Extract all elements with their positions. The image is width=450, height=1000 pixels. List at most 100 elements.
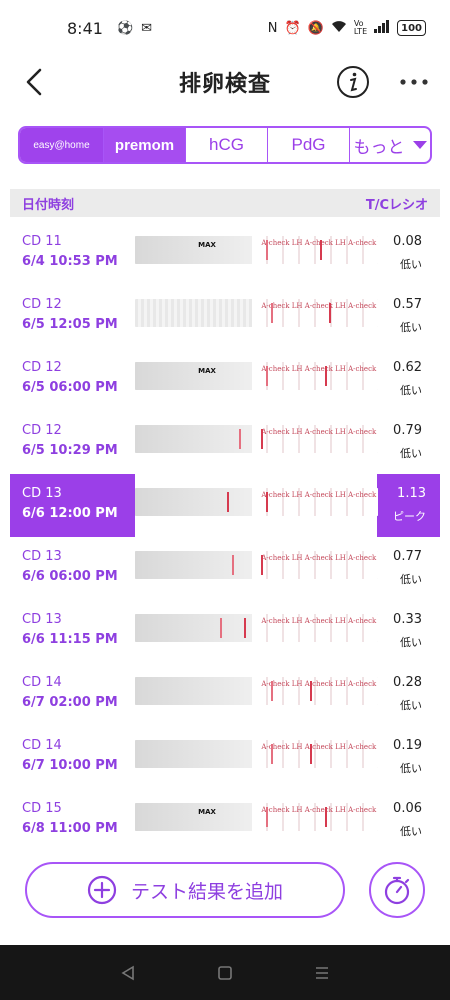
lh-level-label: ピーク: [393, 510, 426, 523]
cycle-day: CD 12: [22, 297, 62, 312]
tc-ratio-value: 0.06: [393, 801, 422, 816]
test-strip-image[interactable]: A-check LH A-check LH A-check LH: [135, 677, 378, 705]
test-strip-image[interactable]: MAXA-check LH A-check LH A-check LH: [135, 803, 378, 831]
strip-brand-text: A-check LH A-check LH A-check LH: [261, 428, 378, 436]
test-datetime: 6/5 10:29 PM: [22, 443, 118, 458]
table-row[interactable]: CD 13 6/6 11:15 PM A-check LH A-check LH A…: [10, 600, 440, 663]
tc-ratio-value: 0.62: [393, 360, 422, 375]
mail-icon: ✉: [141, 20, 153, 36]
nfc-icon: N: [267, 20, 278, 36]
test-strip-image[interactable]: A-check LH A-check LH A-check LH: [135, 299, 378, 327]
tab-easy-home[interactable]: easy@home: [20, 128, 104, 162]
test-datetime: 6/5 12:05 PM: [22, 317, 118, 332]
table-row[interactable]: CD 11 6/4 10:53 PM MAXA-check LH A-check L…: [10, 222, 440, 285]
tc-ratio-value: 0.08: [393, 234, 422, 249]
test-datetime: 6/6 12:00 PM: [22, 506, 118, 521]
test-strip-image[interactable]: A-check LH A-check LH A-check LH: [135, 551, 378, 579]
lh-level-label: 低い: [400, 258, 422, 271]
test-strip-image[interactable]: A-check LH A-check LH A-check LH: [135, 488, 378, 516]
table-row[interactable]: CD 14 6/7 10:00 PM A-check LH A-check LH A…: [10, 726, 440, 789]
cycle-day: CD 14: [22, 738, 62, 753]
strip-brand-text: A-check LH A-check LH A-check LH: [261, 365, 378, 373]
strip-brand-text: A-check LH A-check LH A-check LH: [261, 806, 378, 814]
strip-brand-text: A-check LH A-check LH A-check LH: [261, 617, 378, 625]
tc-ratio-value: 0.57: [393, 297, 422, 312]
premom-logo: premom: [114, 136, 175, 154]
strip-handle: [135, 236, 252, 264]
test-datetime: 6/5 06:00 PM: [22, 380, 118, 395]
wifi-icon: [331, 20, 347, 36]
lh-level-label: 低い: [400, 636, 422, 649]
table-row[interactable]: CD 14 6/7 02:00 PM A-check LH A-check LH A…: [10, 663, 440, 726]
table-row[interactable]: CD 12 6/5 10:29 PM A-check LH A-check LH A…: [10, 411, 440, 474]
strip-control-line: [324, 366, 327, 386]
strip-brand-text: A-check LH A-check LH A-check LH: [261, 554, 378, 562]
add-test-result-button[interactable]: テスト結果を追加: [25, 862, 345, 918]
table-row[interactable]: CD 12 6/5 12:05 PM A-check LH A-check LH A…: [10, 285, 440, 348]
test-strip-image[interactable]: A-check LH A-check LH A-check LH: [135, 614, 378, 642]
nav-home-button[interactable]: [213, 961, 237, 985]
triangle-back-icon: [121, 965, 135, 980]
tab-hcg[interactable]: hCG: [186, 128, 268, 162]
cycle-day: CD 15: [22, 801, 62, 816]
strip-test-line: [271, 744, 274, 764]
lh-level-label: 低い: [400, 699, 422, 712]
timer-button[interactable]: [369, 862, 425, 918]
add-test-result-label: テスト結果を追加: [130, 880, 283, 903]
test-strip-image[interactable]: A-check LH A-check LH A-check LH: [135, 425, 378, 453]
table-row[interactable]: CD 13 6/6 06:00 PM A-check LH A-check LH A…: [10, 537, 440, 600]
strip-control-line: [319, 240, 322, 260]
strip-control-line: [329, 303, 332, 323]
nav-back-button[interactable]: [116, 961, 140, 985]
soccer-ball-icon: ⚽: [116, 20, 134, 36]
strip-handle: [135, 488, 252, 516]
strip-test-line: [271, 681, 274, 701]
more-button[interactable]: [396, 68, 432, 96]
volte-icon: Vo LTE: [353, 19, 368, 36]
strip-test-line: [271, 303, 274, 323]
tab-hcg-label: hCG: [209, 135, 244, 154]
test-strip-image[interactable]: MAX A-check LH A-check LH A-check LH: [135, 362, 378, 390]
strip-handle: [135, 362, 252, 390]
more-horizontal-icon: [400, 79, 428, 85]
easy-home-logo: easy@home: [33, 139, 90, 151]
nav-recents-button[interactable]: [310, 961, 334, 985]
strip-test-line: [266, 366, 269, 386]
column-datetime-header: 日付時刻: [22, 197, 75, 213]
table-row[interactable]: CD 13 6/6 12:00 PM A-check LH A-check LH A…: [10, 474, 440, 537]
back-button[interactable]: [20, 66, 50, 98]
square-home-icon: [218, 965, 232, 980]
brand-tabs: easy@home premom hCG PdG もっと: [18, 126, 432, 164]
status-left-icons: ⚽ ✉: [117, 22, 152, 35]
test-datetime: 6/7 02:00 PM: [22, 695, 118, 710]
tab-more-dropdown[interactable]: もっと: [350, 128, 430, 162]
strip-control-line: [261, 555, 264, 575]
tab-premom[interactable]: premom: [104, 128, 186, 162]
test-strip-image[interactable]: A-check LH A-check LH A-check LH: [135, 740, 378, 768]
system-nav-bar: [0, 945, 450, 1000]
test-strip-image[interactable]: MAXA-check LH A-check LH A-check LH: [135, 236, 378, 264]
test-datetime: 6/8 11:00 PM: [22, 821, 118, 836]
lh-level-label: 低い: [400, 384, 422, 397]
strip-handle: [135, 740, 252, 768]
cycle-day: CD 13: [22, 486, 62, 501]
table-row[interactable]: CD 15 6/8 11:00 PM MAX A-check LH A-check L…: [10, 789, 440, 852]
strip-handle: [135, 425, 252, 453]
caret-down-icon: [412, 141, 427, 149]
table-row[interactable]: CD 12 6/5 06:00 PM MAX A-check LH A-check L…: [10, 348, 440, 411]
test-datetime: 6/4 10:53 PM: [22, 254, 118, 269]
lh-level-label: 低い: [400, 825, 422, 838]
strip-test-line: [227, 492, 230, 512]
strip-control-line: [309, 744, 312, 764]
status-time: 8:41: [67, 18, 103, 38]
test-result-list: CD 11 6/4 10:53 PM MAX A-check LH A-check L…: [10, 222, 440, 852]
tc-ratio-value: 0.19: [393, 738, 422, 753]
strip-max-mark: MAX: [198, 367, 216, 375]
tc-ratio-value: 0.33: [393, 612, 422, 627]
strip-test-line: [232, 555, 235, 575]
peak-highlight-right: [377, 474, 440, 537]
tc-ratio-value: 0.77: [393, 549, 422, 564]
info-button[interactable]: [336, 65, 370, 99]
strip-brand-text: A-check LH A-check LH A-check LH: [261, 491, 378, 499]
tab-pdg[interactable]: PdG: [268, 128, 350, 162]
